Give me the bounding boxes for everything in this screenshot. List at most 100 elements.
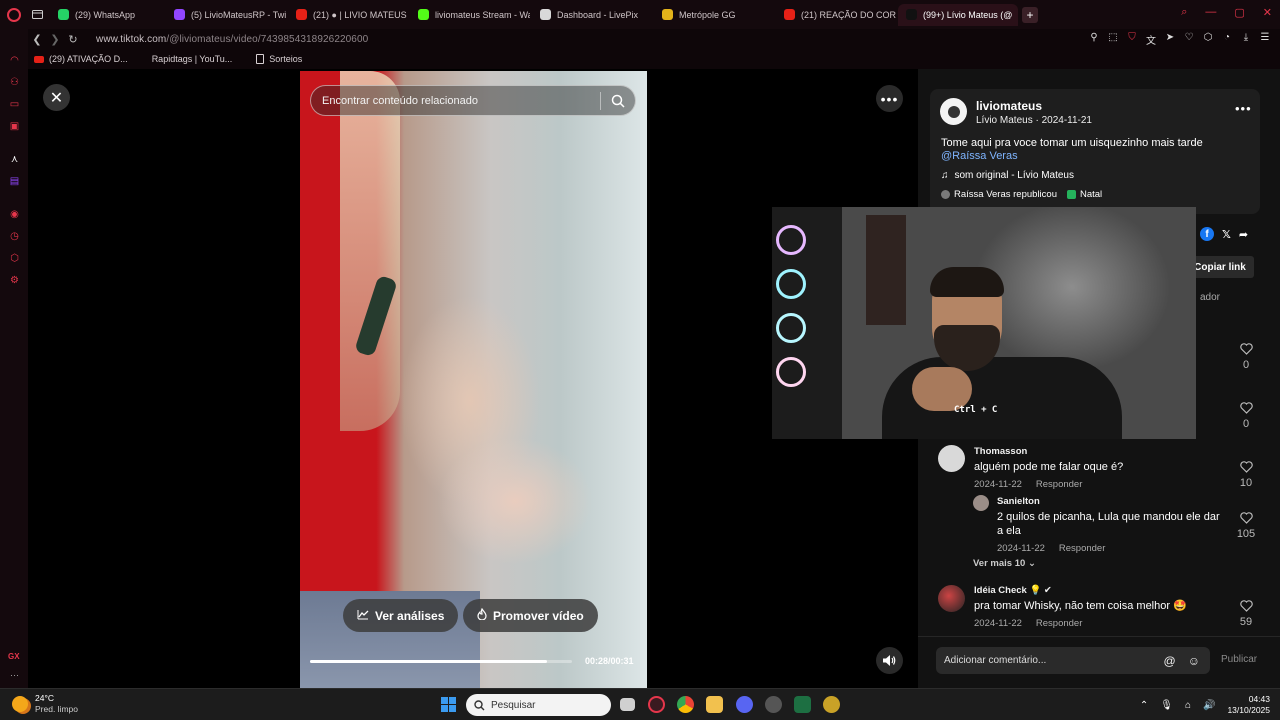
kick-icon[interactable]: ⋏ [9,154,20,165]
browser-tab[interactable]: (21) ● | LIVIO MATEUS | [288,4,408,26]
browser-tab[interactable]: liviomateus Stream - Wate [410,4,530,26]
share-arrow-icon[interactable]: ➦ [1239,228,1248,241]
browser-tab[interactable]: (5) LivioMateusRP - Twitc [166,4,286,26]
obs-taskbar-icon[interactable] [765,696,782,713]
comment-like-button[interactable]: 10 [1236,461,1256,489]
shield-icon[interactable]: ⛉ [1127,32,1137,47]
messenger-icon[interactable]: ⚇ [9,77,20,88]
send-icon[interactable]: ➤ [1165,32,1175,47]
chat-icon[interactable]: ▭ [9,99,20,110]
new-tab-button[interactable]: + [1022,6,1038,23]
downloads-icon[interactable]: ⤓ [1241,32,1251,47]
comment-author[interactable]: Thomasson [974,446,1224,457]
comment-avatar[interactable] [938,585,965,612]
x-share-icon[interactable]: 𝕏 [1222,228,1231,241]
history-icon[interactable]: ◷ [9,231,20,242]
reload-button[interactable]: ↻ [64,33,82,46]
translate-icon[interactable]: 文 [1146,32,1156,47]
menu-icon[interactable]: ☰ [1260,32,1270,47]
weather-widget[interactable]: 24°C Pred. limpo [12,693,78,715]
microphone-icon[interactable]: 🎙 [1160,700,1173,711]
app-taskbar-icon[interactable] [823,696,840,713]
player-icon[interactable]: ◉ [9,209,20,220]
reply-button[interactable]: Responder [1059,543,1105,554]
discord-taskbar-icon[interactable] [736,696,753,713]
aria-icon[interactable]: ◠ [9,55,20,66]
comment-like-button[interactable]: 0 [1236,402,1256,430]
bookmark-heart-icon[interactable]: ♡ [1184,32,1194,47]
maximize-button[interactable]: ▢ [1234,6,1244,19]
snapshot-icon[interactable]: ⬚ [1108,32,1118,47]
gx-control-label[interactable]: GX [8,652,20,661]
browser-tab[interactable]: (29) WhatsApp [50,4,164,26]
reply-button[interactable]: Responder [1036,479,1082,490]
author-name[interactable]: liviomateus [976,99,1042,113]
browser-tab[interactable]: Metrópole GG [654,4,774,26]
tray-chevron-icon[interactable]: ⌃ [1140,700,1148,711]
speaker-icon[interactable]: 🔊 [1203,700,1215,711]
bookmark-ativacao[interactable]: (29) ATIVAÇÃO D... [34,54,128,64]
clock[interactable]: 04:43 13/10/2025 [1227,694,1270,716]
url-field[interactable]: www.tiktok.com/@liviomateus/video/743985… [96,34,368,45]
mention-icon[interactable]: @ [1164,654,1176,668]
post-more-icon[interactable]: ••• [1235,101,1252,116]
task-view-icon[interactable] [620,698,635,711]
excel-taskbar-icon[interactable] [794,696,811,713]
twitch-icon[interactable]: ▤ [9,176,20,187]
facebook-icon[interactable]: f [1200,227,1214,241]
news-icon[interactable]: ▣ [9,121,20,132]
profile-icon[interactable]: ◔ [1222,32,1232,47]
repost-tag[interactable]: Raíssa Veras republicou [941,189,1057,200]
back-button[interactable]: ❮ [28,33,46,46]
search-input[interactable]: Encontrar conteúdo relacionado [322,95,600,107]
music-link[interactable]: ♫ som original - Lívio Mateus [941,170,1074,181]
bookmark-sorteios[interactable]: Sorteios [256,54,302,64]
close-window-button[interactable]: ✕ [1263,6,1272,19]
related-search-box[interactable]: Encontrar conteúdo relacionado [310,85,636,116]
minimize-button[interactable]: — [1205,6,1216,19]
mention-link[interactable]: @Raíssa Veras [941,150,1018,162]
file-explorer-icon[interactable] [706,696,723,713]
workspaces-icon[interactable] [28,4,50,26]
comment-avatar[interactable] [938,445,965,472]
creator-tab-fragment[interactable]: ador [1200,292,1220,303]
search-icon[interactable] [601,94,635,108]
chrome-taskbar-icon[interactable] [677,696,694,713]
settings-icon[interactable]: ⚙ [9,275,20,286]
copy-link-button[interactable]: Copiar link [1186,256,1254,278]
forward-button[interactable]: ❯ [46,33,64,46]
video-player[interactable]: Encontrar conteúdo relacionado Ver análi… [300,71,647,688]
pin-icon[interactable]: ⚲ [1089,32,1099,47]
reply-button[interactable]: Responder [1036,618,1082,629]
topic-tag[interactable]: Natal [1066,189,1102,200]
bookmark-rapidtags[interactable]: Rapidtags | YouTu... [152,54,233,64]
reply-avatar[interactable] [973,495,989,511]
analytics-button[interactable]: Ver análises [343,599,459,632]
browser-tab[interactable]: (99+) Lívio Mateus (@ [898,3,1018,26]
network-icon[interactable]: ⌂ [1185,700,1191,711]
close-video-button[interactable]: ✕ [43,84,70,111]
search-tabs-icon[interactable]: ⌕ [1181,6,1187,19]
promote-video-button[interactable]: Promover vídeo [463,599,598,632]
opera-gx-taskbar-icon[interactable] [648,696,665,713]
comment-author[interactable]: Idéia Check 💡 ✔ [974,585,1224,596]
opera-logo-icon[interactable] [0,0,28,29]
comment-like-button[interactable]: 59 [1236,600,1256,628]
emoji-icon[interactable]: ☺ [1188,654,1200,668]
taskbar-search[interactable]: Pesquisar [466,694,611,716]
video-progress-bar[interactable] [310,660,572,663]
comment-like-button[interactable]: 0 [1236,343,1256,371]
comment-like-button[interactable]: 105 [1232,512,1260,540]
extensions-sidebar-icon[interactable]: ⬡ [9,253,20,264]
extensions-icon[interactable]: ⬡ [1203,32,1213,47]
sidebar-more-icon[interactable]: ··· [10,670,19,680]
reply-author[interactable]: Sanielton [997,496,1227,507]
publish-button[interactable]: Publicar [1221,654,1257,665]
comment-input[interactable]: Adicionar comentário... @ ☺ [936,647,1210,674]
more-options-button[interactable]: ••• [876,85,903,112]
volume-button[interactable] [876,647,903,674]
author-avatar[interactable] [940,98,967,125]
view-more-replies[interactable]: Ver mais 10 ⌄ [973,558,1036,569]
browser-tab[interactable]: (21) REAÇÃO DO CORONE [776,4,896,26]
browser-tab[interactable]: Dashboard - LivePix [532,4,652,26]
